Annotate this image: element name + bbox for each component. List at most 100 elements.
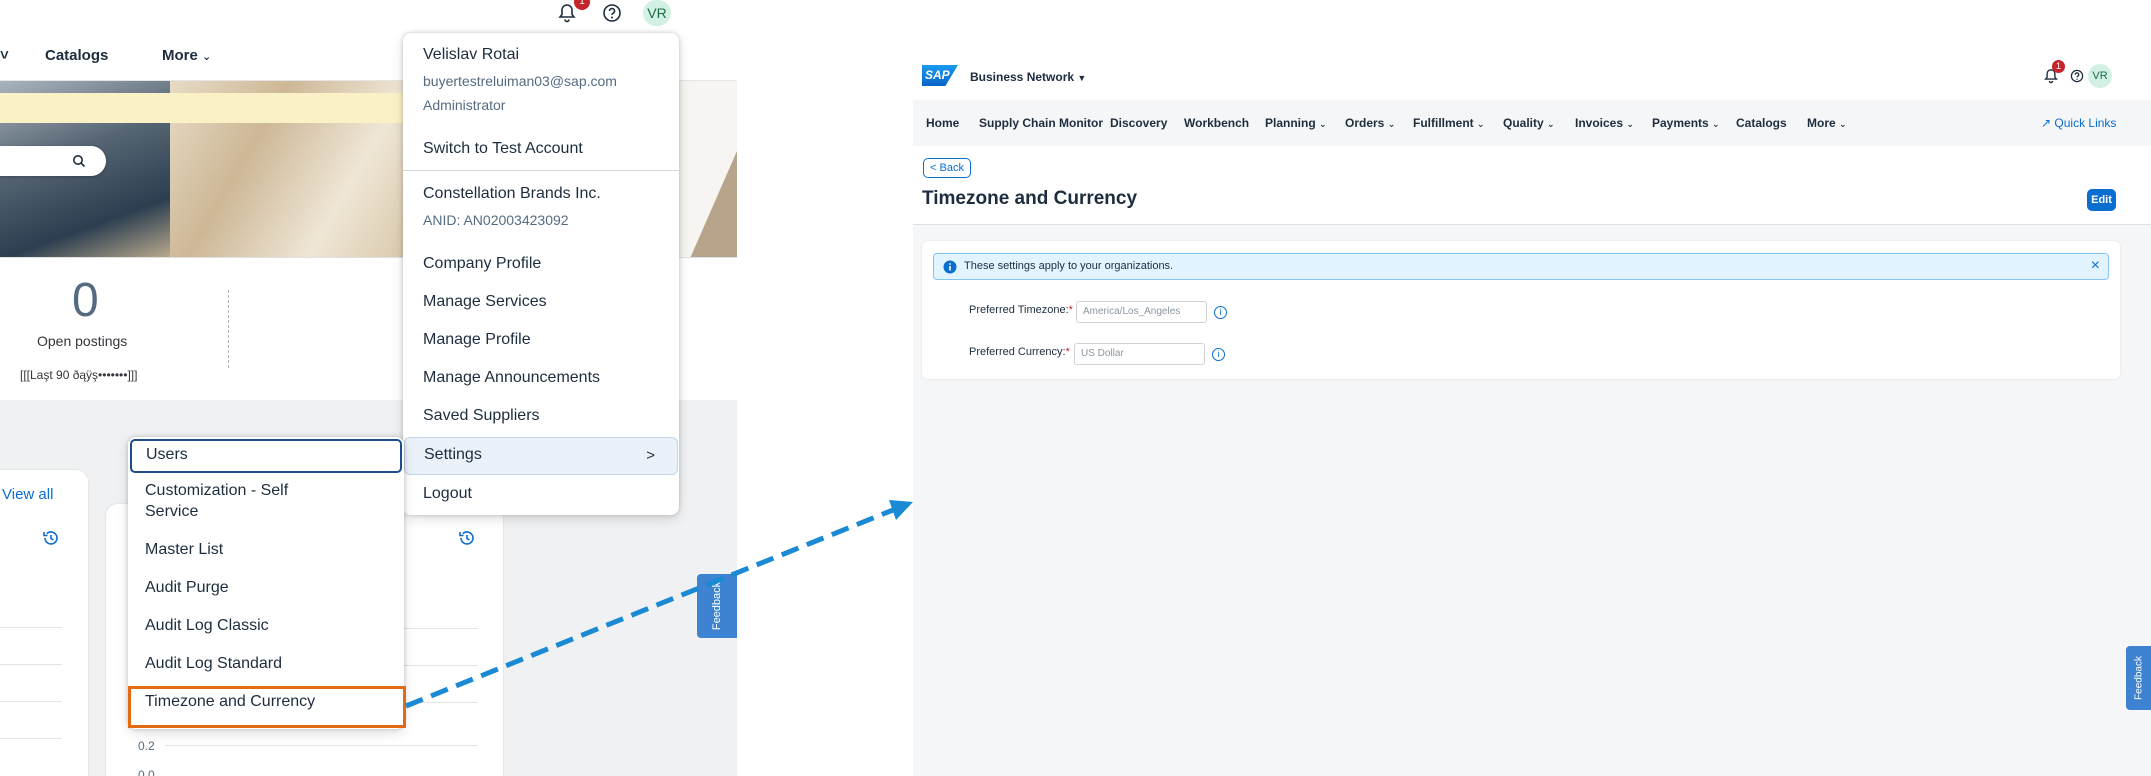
chevron-left-icon: <: [930, 162, 937, 174]
notification-badge: 1: [2052, 60, 2065, 73]
nav-catalogs[interactable]: Catalogs: [1736, 116, 1787, 130]
menu-saved-suppliers[interactable]: Saved Suppliers: [423, 407, 540, 425]
notification-bell-icon[interactable]: [558, 3, 576, 28]
nav-more[interactable]: More ⌄: [162, 47, 211, 64]
menu-manage-announcements[interactable]: Manage Announcements: [423, 369, 600, 387]
nav-orders-label: Orders: [1345, 116, 1385, 130]
period-label: [[[Laşt 90 ðąÿş•••••••]]]: [20, 368, 138, 382]
grid-line: [0, 664, 62, 665]
axis-tick-label: 0.2: [138, 739, 155, 753]
nav-quality-label: Quality: [1503, 116, 1544, 130]
nav-planning-label: Planning: [1265, 116, 1316, 130]
menu-company-profile[interactable]: Company Profile: [423, 255, 541, 273]
feedback-button[interactable]: Feedback: [697, 574, 737, 638]
view-all-link[interactable]: View all: [2, 486, 53, 503]
chevron-right-icon: >: [646, 447, 655, 464]
info-icon: [943, 260, 957, 279]
grid-line: [0, 627, 62, 628]
timezone-field[interactable]: America/Los_Angeles: [1076, 301, 1207, 323]
submenu-users-label: Users: [146, 446, 188, 463]
search-input[interactable]: [0, 146, 106, 176]
submenu-audit-log-standard[interactable]: Audit Log Standard: [145, 655, 282, 673]
nav-quality[interactable]: Quality ⌄: [1503, 116, 1555, 130]
notification-badge: 1: [574, 0, 590, 10]
submenu-master-list[interactable]: Master List: [145, 541, 223, 559]
chevron-down-icon: ⌄: [1477, 119, 1485, 129]
menu-settings-label: Settings: [424, 446, 482, 463]
caret-down-icon: ▼: [1077, 73, 1087, 83]
submenu-audit-purge[interactable]: Audit Purge: [145, 579, 229, 597]
nav-catalogs[interactable]: Catalogs: [45, 47, 108, 64]
menu-manage-services[interactable]: Manage Services: [423, 293, 547, 311]
help-icon[interactable]: [2070, 69, 2084, 88]
axis-tick-label: 0.0: [138, 768, 155, 776]
app-title-label: Business Network: [970, 70, 1075, 84]
nav-discovery[interactable]: Discovery: [1110, 116, 1167, 130]
info-message-strip: These settings apply to your organizatio…: [933, 253, 2109, 280]
grid-line: [165, 745, 478, 746]
avatar[interactable]: VR: [2088, 64, 2112, 88]
chevron-down-icon: ⌄: [1547, 119, 1555, 129]
nav-orders[interactable]: Orders ⌄: [1345, 116, 1395, 130]
submenu-audit-log-classic[interactable]: Audit Log Classic: [145, 617, 269, 635]
history-icon[interactable]: [42, 529, 60, 552]
avatar[interactable]: VR: [643, 0, 671, 26]
back-label: Back: [939, 162, 964, 174]
nav-workbench[interactable]: Workbench: [1184, 116, 1249, 130]
currency-label: Preferred Currency:*: [969, 346, 1070, 358]
nav-edge-chevron-icon: ˅: [0, 47, 9, 64]
currency-field[interactable]: US Dollar: [1074, 343, 1205, 365]
nav-payments[interactable]: Payments ⌄: [1652, 116, 1720, 130]
open-postings-label: Open postings: [37, 333, 128, 349]
nav-supply-chain-monitor[interactable]: Supply Chain Monitor: [979, 116, 1103, 130]
company-name: Constellation Brands Inc.: [423, 185, 601, 202]
edit-button[interactable]: Edit: [2087, 189, 2116, 211]
grid-line: [0, 738, 62, 739]
user-name: Velislav Rotai: [423, 46, 520, 63]
open-postings-count: 0: [72, 274, 99, 327]
info-message: These settings apply to your organizatio…: [964, 260, 1174, 272]
menu-logout[interactable]: Logout: [423, 485, 472, 503]
user-role: Administrator: [423, 97, 506, 113]
menu-divider: [403, 170, 679, 171]
switch-test-account[interactable]: Switch to Test Account: [423, 140, 583, 158]
timezone-label-text: Preferred Timezone:: [969, 304, 1069, 316]
timezone-info-icon[interactable]: i: [1214, 306, 1227, 319]
nav-planning[interactable]: Planning ⌄: [1265, 116, 1327, 130]
chevron-down-icon: ⌄: [1712, 119, 1720, 129]
app-title[interactable]: Business Network ▼: [970, 70, 1086, 84]
nav-fulfillment[interactable]: Fulfillment ⌄: [1413, 116, 1485, 130]
user-email: buyertestreluiman03@sap.com: [423, 73, 617, 89]
currency-info-icon[interactable]: i: [1212, 348, 1225, 361]
main-nav: Home Supply Chain Monitor Discovery Work…: [913, 100, 2151, 146]
nav-home[interactable]: Home: [926, 116, 959, 130]
chevron-down-icon: ⌄: [1387, 119, 1396, 129]
help-icon[interactable]: [602, 3, 622, 28]
company-anid: ANID: AN02003423092: [423, 212, 569, 228]
hero-yellow-band: [0, 93, 440, 123]
required-asterisk: *: [1068, 304, 1073, 316]
nav-more-label: More: [162, 47, 198, 64]
sap-logo[interactable]: SAP: [922, 65, 958, 86]
grid-line: [0, 701, 62, 702]
feedback-button[interactable]: Feedback: [2126, 646, 2151, 710]
quick-links[interactable]: ↗ Quick Links: [2041, 116, 2116, 130]
nav-fulfillment-label: Fulfillment: [1413, 116, 1474, 130]
chevron-down-icon: ⌄: [1626, 119, 1634, 129]
search-icon: [72, 154, 86, 173]
submenu-customization-line2[interactable]: Service: [145, 503, 198, 521]
history-icon-middle[interactable]: [458, 529, 476, 552]
submenu-users[interactable]: Users: [130, 439, 402, 473]
nav-invoices[interactable]: Invoices ⌄: [1575, 116, 1634, 130]
back-button[interactable]: < Back: [923, 158, 971, 178]
share-arrow-icon: ↗: [2041, 116, 2052, 130]
close-icon[interactable]: ×: [2091, 257, 2100, 275]
nav-more[interactable]: More ⌄: [1807, 116, 1847, 130]
menu-manage-profile[interactable]: Manage Profile: [423, 331, 531, 349]
feedback-label: Feedback: [2133, 656, 2144, 700]
nav-more-label: More: [1807, 116, 1836, 130]
submenu-customization[interactable]: Customization - Self: [145, 482, 288, 500]
menu-settings[interactable]: Settings >: [404, 437, 678, 475]
quick-links-label: Quick Links: [2054, 116, 2117, 130]
page-title: Timezone and Currency: [922, 188, 1138, 209]
